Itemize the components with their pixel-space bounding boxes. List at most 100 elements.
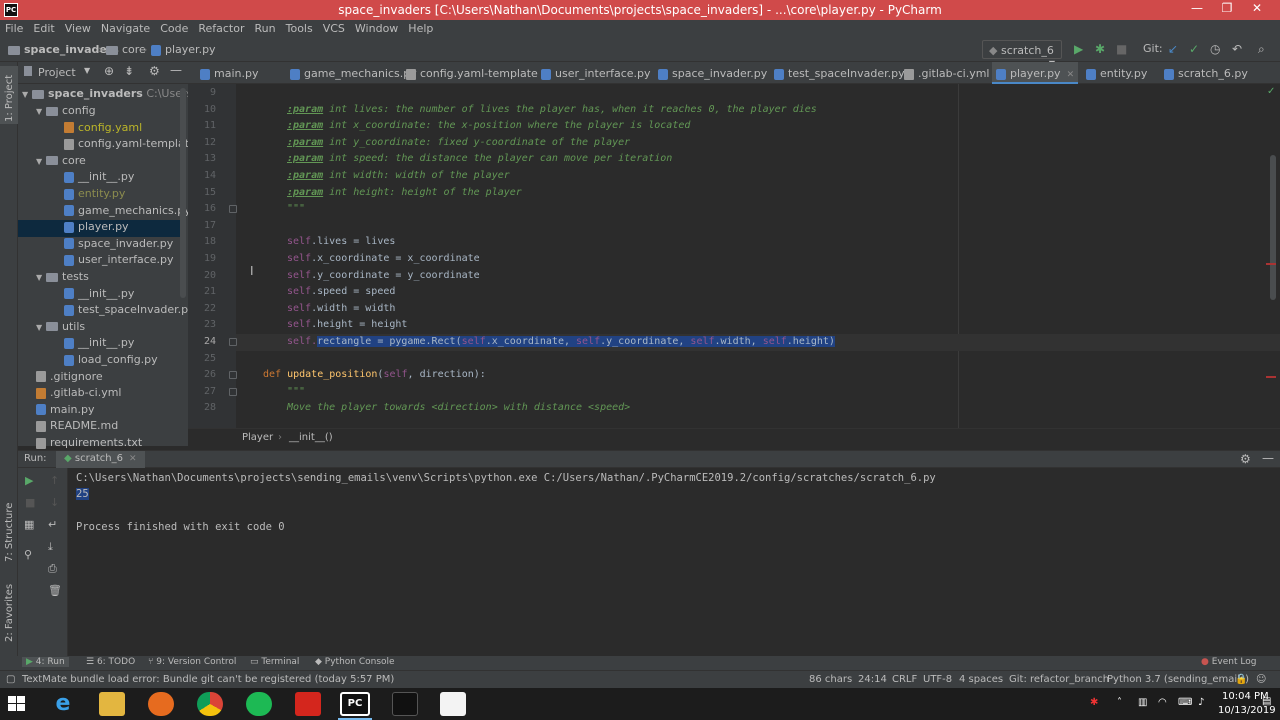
tray-expand-icon[interactable]: ˄ — [1117, 697, 1122, 708]
collapse-icon[interactable]: ⇟ — [124, 64, 134, 78]
status-caret-position[interactable]: 24:14 — [858, 674, 887, 685]
cmd-icon[interactable] — [392, 692, 418, 716]
breadcrumb-class[interactable]: Player — [242, 432, 273, 443]
tree-item[interactable]: __init__.py — [18, 170, 180, 187]
tool-tab-python-console[interactable]: ◆ Python Console — [315, 657, 395, 667]
menu-help[interactable]: Help — [403, 20, 438, 35]
editor-tab[interactable]: game_mechanics.py — [286, 62, 421, 84]
tool-tab-event-log[interactable]: ● Event Log — [1201, 657, 1256, 667]
tray-alert-icon[interactable]: ✱ — [1090, 697, 1098, 708]
tree-root[interactable]: ▼space_invaders C:\Users\Nath — [22, 87, 222, 104]
status-line-separator[interactable]: CRLF — [892, 674, 917, 685]
expand-arrow-icon[interactable]: ▼ — [36, 107, 46, 116]
breadcrumb-file[interactable]: player.py — [151, 43, 216, 56]
tree-item[interactable]: .gitlab-ci.yml — [18, 386, 180, 403]
tree-item[interactable]: .gitignore — [18, 370, 180, 387]
error-marker[interactable] — [1266, 263, 1276, 265]
error-marker[interactable] — [1266, 376, 1276, 378]
menu-vcs[interactable]: VCS — [318, 20, 350, 35]
layout-icon[interactable]: ▦ — [24, 518, 34, 531]
chevron-down-icon[interactable]: ▼ — [84, 66, 90, 75]
tool-tab-run[interactable]: ▶ 4: Run — [22, 657, 69, 667]
chrome-icon[interactable] — [197, 692, 223, 716]
tree-item[interactable]: ▼ utils — [18, 320, 180, 337]
tree-item[interactable]: main.py — [18, 403, 180, 420]
maximize-button[interactable]: ❐ — [1212, 1, 1242, 15]
status-inspector-icon[interactable]: ☺ — [1256, 674, 1266, 685]
editor-tab[interactable]: test_spaceInvader.py — [770, 62, 909, 84]
expand-arrow-icon[interactable]: ▼ — [36, 273, 46, 282]
editor-tab[interactable]: main.py — [196, 62, 262, 84]
editor-tab[interactable]: scratch_6.py — [1160, 62, 1252, 84]
stop-icon[interactable]: ■ — [25, 496, 35, 509]
print-icon[interactable]: ⎙ — [48, 562, 57, 576]
notification-icon[interactable]: ▤ — [1262, 696, 1271, 707]
tree-item[interactable]: game_mechanics.py — [18, 204, 191, 221]
editor-tab[interactable]: .gitlab-ci.yml — [900, 62, 993, 84]
status-message[interactable]: TextMate bundle load error: Bundle git c… — [22, 674, 394, 685]
soft-wrap-icon[interactable]: ↵ — [48, 518, 57, 531]
editor-tab[interactable]: player.py ✕ — [992, 62, 1079, 84]
firefox-icon[interactable] — [148, 692, 174, 716]
close-tab-icon[interactable]: ✕ — [1067, 70, 1075, 80]
structure-tool-label[interactable]: 7: Structure — [4, 503, 15, 562]
project-view-select[interactable]: Project — [38, 66, 76, 79]
tree-item[interactable]: load_config.py — [18, 353, 180, 370]
breadcrumb-core[interactable]: core — [106, 43, 146, 56]
status-layout-icon[interactable]: ▢ — [6, 674, 15, 685]
minimize-button[interactable]: — — [1182, 1, 1212, 15]
expand-arrow-icon[interactable]: ▼ — [36, 323, 46, 332]
search-icon[interactable]: ⌕ — [1258, 42, 1265, 57]
close-icon[interactable]: ✕ — [129, 454, 137, 464]
tree-item[interactable]: __init__.py — [18, 287, 180, 304]
tray-keyboard-icon[interactable]: ⌨ — [1178, 697, 1192, 708]
tree-item[interactable]: config.yaml-template — [18, 137, 196, 154]
editor-tab[interactable]: user_interface.py — [537, 62, 655, 84]
trash-icon[interactable]: 🗑 — [48, 584, 62, 597]
tray-wifi-icon[interactable]: ◠ — [1158, 697, 1167, 708]
tool-tab-version-control[interactable]: ⑂ 9: Version Control — [148, 657, 236, 667]
tree-item[interactable]: ▼ config — [18, 104, 180, 121]
menu-tools[interactable]: Tools — [281, 20, 318, 35]
expand-arrow-icon[interactable]: ▼ — [36, 157, 46, 166]
menu-view[interactable]: View — [60, 20, 96, 35]
up-icon[interactable]: ↑ — [50, 474, 59, 487]
locate-icon[interactable]: ⊕ — [104, 64, 114, 78]
run-tab[interactable]: ◆ scratch_6 ✕ — [56, 451, 145, 468]
tree-item[interactable]: space_invader.py — [18, 237, 180, 254]
project-scrollbar[interactable] — [180, 88, 186, 298]
stop-icon[interactable]: ■ — [1116, 42, 1127, 56]
status-git-branch[interactable]: Git: refactor_branch — [1009, 674, 1109, 685]
tree-item[interactable]: test_spaceInvader.py — [18, 303, 195, 320]
hide-icon[interactable]: — — [1262, 451, 1274, 465]
down-icon[interactable]: ↓ — [50, 496, 59, 509]
menu-code[interactable]: Code — [155, 20, 193, 35]
menu-navigate[interactable]: Navigate — [96, 20, 155, 35]
project-tool-label[interactable]: 1: Project — [4, 75, 15, 122]
gear-icon[interactable]: ⚙ — [1240, 452, 1251, 466]
menu-window[interactable]: Window — [350, 20, 403, 35]
status-encoding[interactable]: UTF-8 — [923, 674, 952, 685]
rerun-icon[interactable]: ▶ — [25, 474, 33, 487]
file-explorer-icon[interactable] — [99, 692, 125, 716]
fold-marker-icon[interactable] — [229, 338, 237, 346]
editor-scrollbar[interactable] — [1270, 155, 1276, 300]
debug-icon[interactable]: ✱ — [1095, 42, 1105, 56]
fold-marker-icon[interactable] — [229, 387, 237, 396]
menu-file[interactable]: File — [0, 20, 28, 35]
editor-tab[interactable]: entity.py — [1082, 62, 1151, 84]
editor-tab[interactable]: config.yaml-template — [402, 62, 542, 84]
tree-item[interactable]: README.md — [18, 419, 180, 436]
tool-tab-terminal[interactable]: ▭ Terminal — [250, 657, 299, 667]
scroll-to-end-icon[interactable]: ⤓ — [48, 540, 53, 554]
tree-item[interactable]: __init__.py — [18, 336, 180, 353]
run-config-select[interactable]: ◆ scratch_6▼ — [982, 40, 1062, 68]
tray-volume-icon[interactable]: ♪ — [1198, 697, 1204, 708]
run-icon[interactable]: ▶ — [1074, 42, 1083, 56]
pycharm-taskbar-icon[interactable]: PC — [340, 692, 370, 716]
fold-marker-icon[interactable] — [229, 205, 237, 214]
vcs-update-icon[interactable]: ↙ — [1168, 42, 1178, 56]
hide-icon[interactable]: — — [170, 63, 182, 77]
status-lock-icon[interactable]: 🔒 — [1235, 674, 1247, 685]
tree-item[interactable]: player.py — [18, 220, 180, 238]
